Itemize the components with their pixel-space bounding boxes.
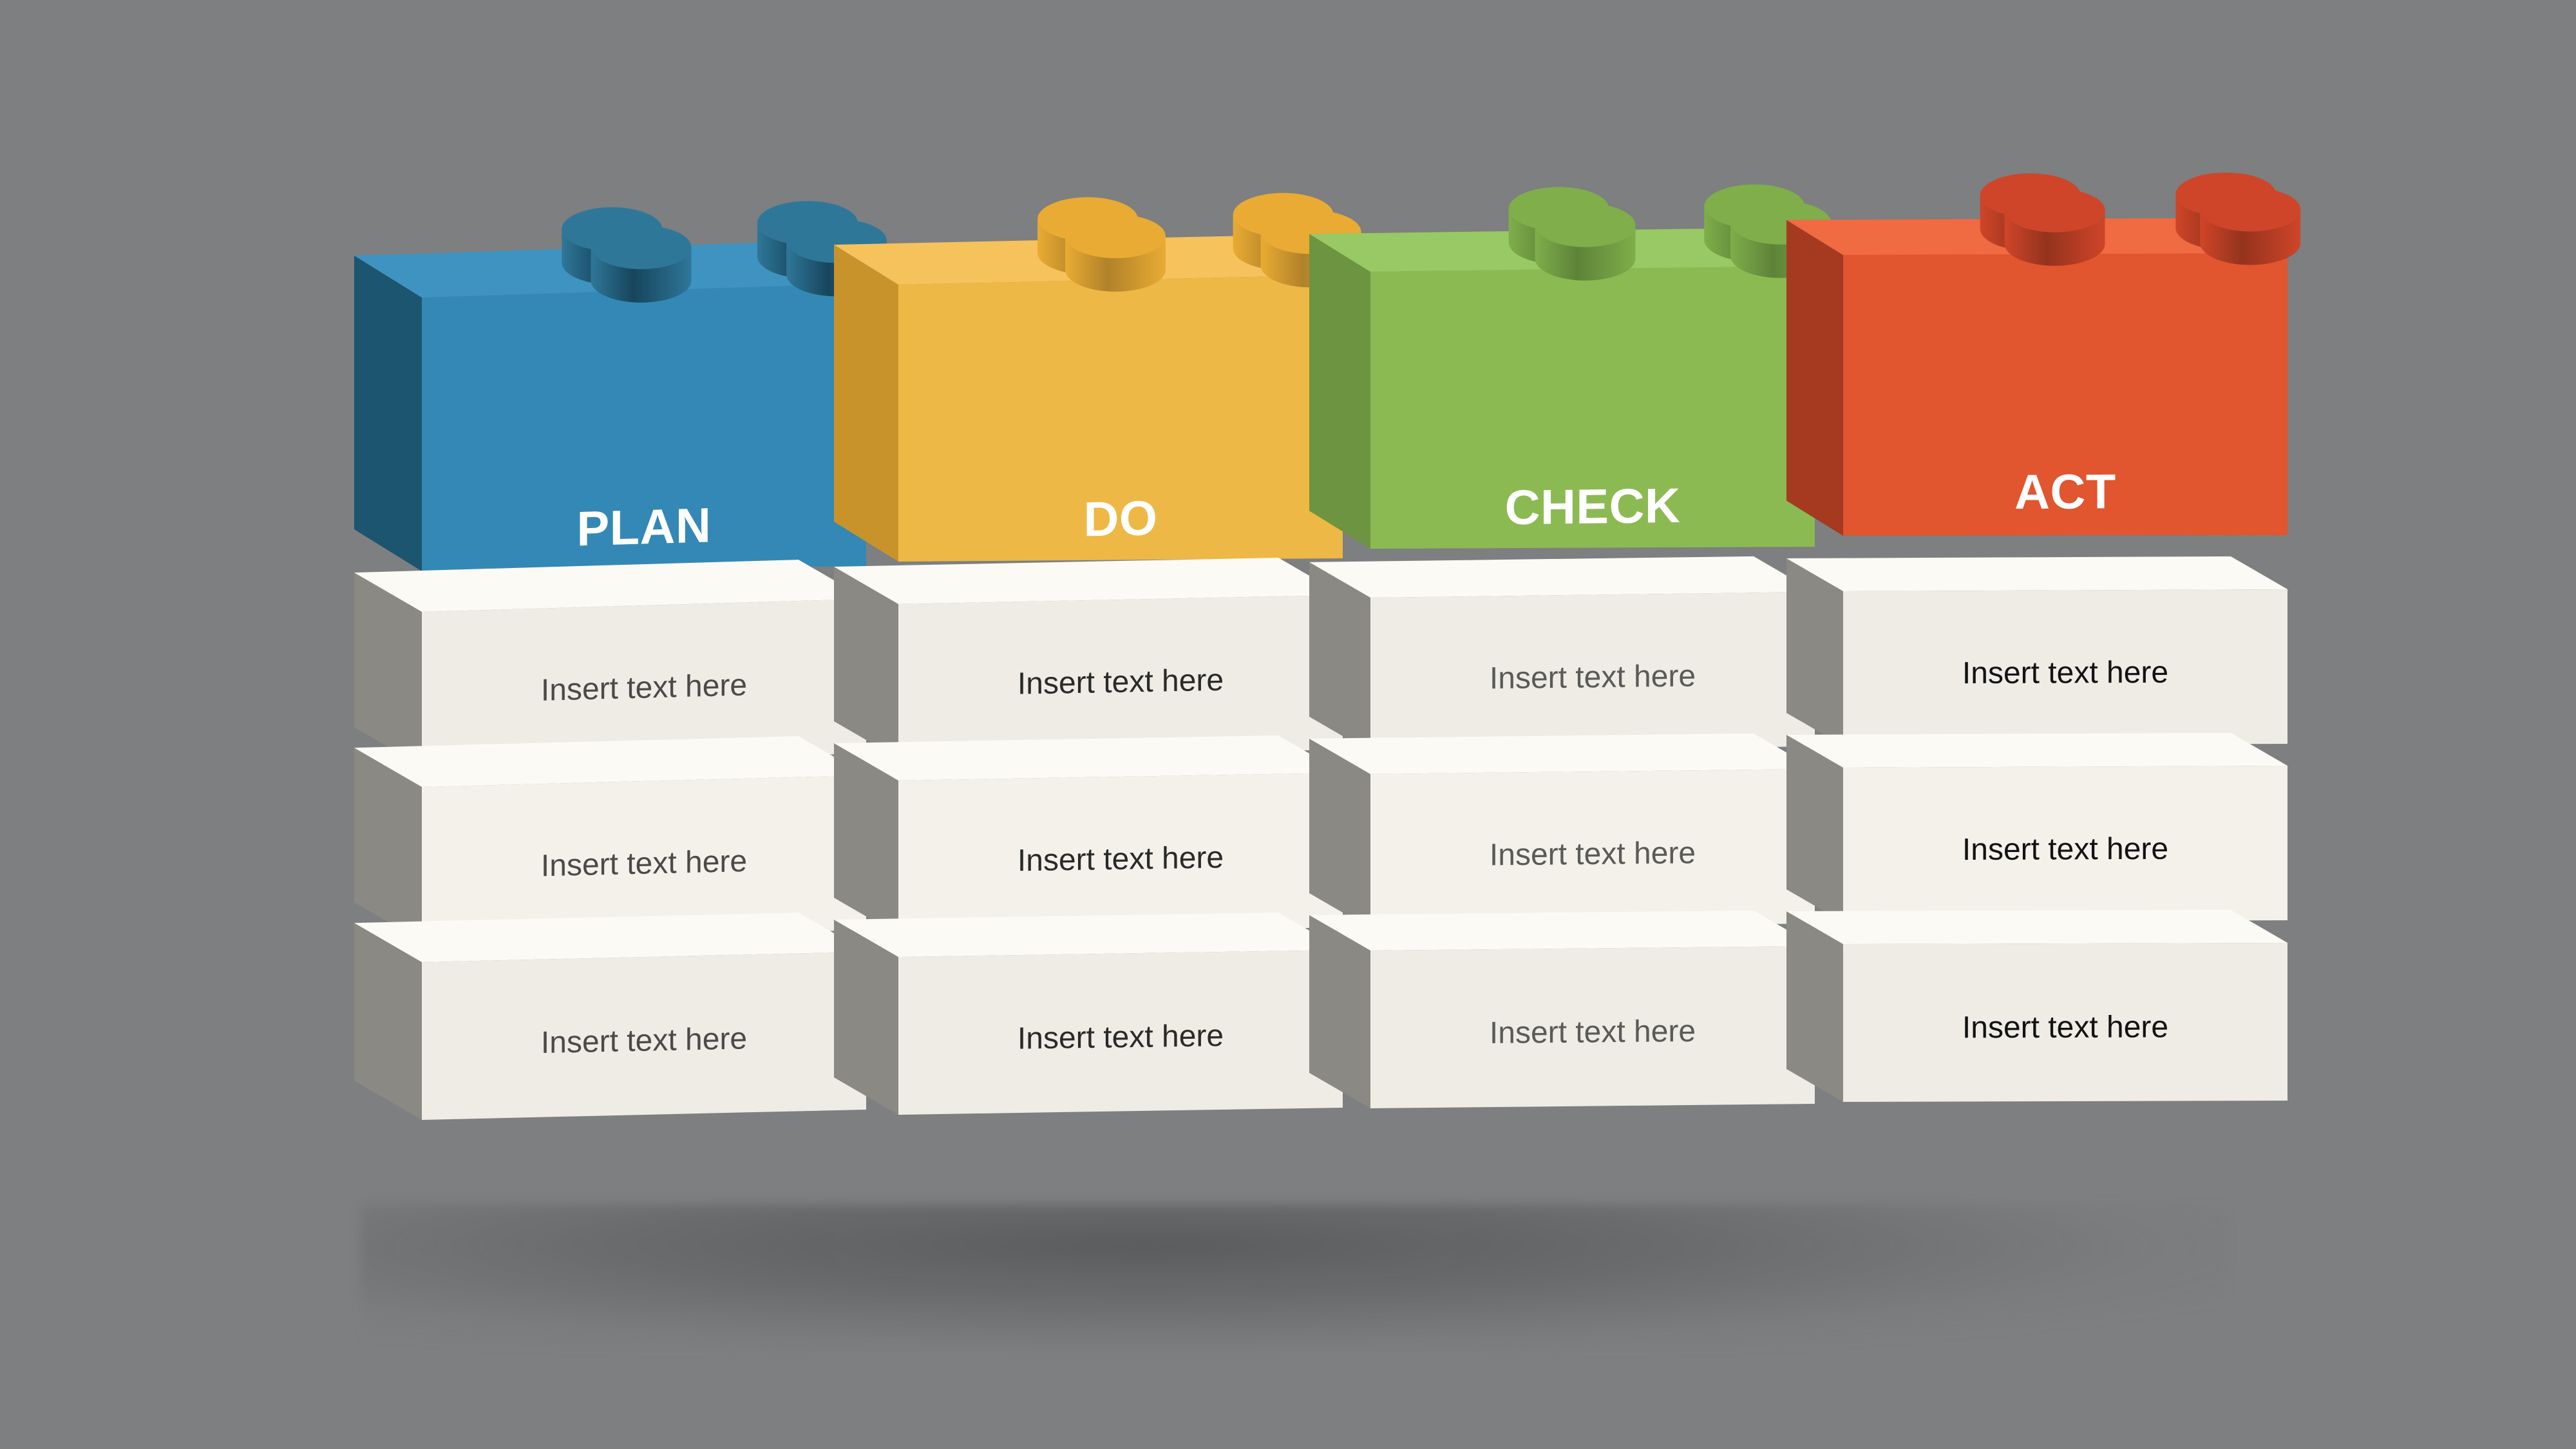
infographic-canvas: PLAN Insert text here Insert text here Inse… [0,0,2576,1449]
lego-brick-act[interactable] [1748,139,2339,587]
drop-shadow [361,1204,2228,1352]
text-block-act-3[interactable] [1767,905,2326,1147]
